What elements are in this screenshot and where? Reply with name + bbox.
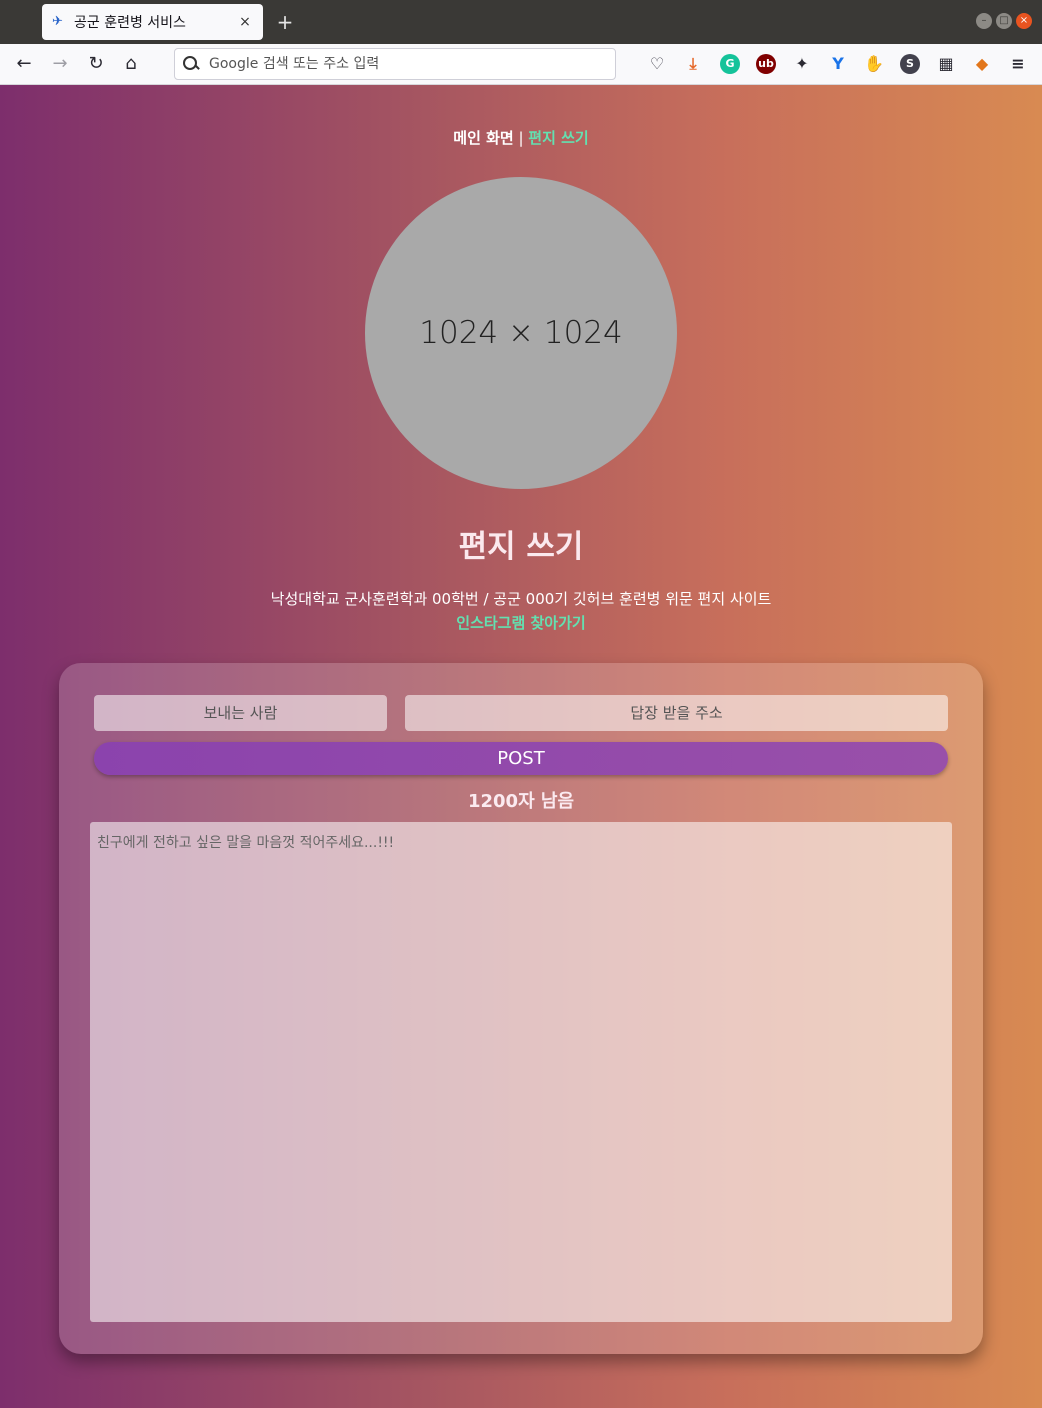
address-input[interactable] <box>209 56 609 72</box>
forward-button[interactable]: → <box>48 52 72 76</box>
gnome-icon[interactable]: ✋ <box>864 54 884 74</box>
minimize-icon[interactable]: – <box>976 13 992 29</box>
home-button[interactable]: ⌂ <box>119 52 143 76</box>
download-icon[interactable]: ⤓ <box>683 54 703 74</box>
browser-toolbar: ← → ↻ ⌂ ♡ ⤓ Gub ✦ Y ✋ S ▦ ◆ ≡ <box>0 44 1042 85</box>
pocket-icon[interactable]: ♡ <box>647 54 667 74</box>
maximize-icon[interactable]: □ <box>996 13 1012 29</box>
site-nav: 메인 화면 | 편지 쓰기 <box>0 127 1042 148</box>
grammarly-icon[interactable]: G <box>720 54 740 74</box>
nav-separator: | <box>513 129 529 147</box>
post-button[interactable]: POST <box>94 742 948 775</box>
apps-icon[interactable]: ▦ <box>936 54 956 74</box>
char-counter: 1200자 남음 <box>467 791 575 812</box>
browser-tab[interactable]: ✈ 공군 훈련병 서비스 × <box>42 4 263 40</box>
address-bar[interactable] <box>174 48 616 80</box>
page-title: 편지 쓰기 <box>458 529 584 565</box>
close-window-icon[interactable]: × <box>1016 13 1032 29</box>
y-icon[interactable]: Y <box>828 54 848 74</box>
instagram-link[interactable]: 인스타그램 찾아가기 <box>0 612 1042 633</box>
reply-address-input[interactable] <box>405 695 948 731</box>
search-icon <box>183 56 199 72</box>
ublock-icon[interactable]: ub <box>756 54 776 74</box>
letter-form-card: POST 1200자 남음 <box>59 663 983 1354</box>
tab-title: 공군 훈련병 서비스 <box>74 15 186 31</box>
new-tab-button[interactable]: + <box>274 10 296 34</box>
tab-close-icon[interactable]: × <box>237 14 253 30</box>
back-button[interactable]: ← <box>12 52 36 76</box>
reload-button[interactable]: ↻ <box>84 52 108 76</box>
window-controls: – □ × <box>976 13 1032 29</box>
nav-home-link[interactable]: 메인 화면 <box>453 129 513 147</box>
letter-textarea[interactable] <box>90 822 952 1322</box>
browser-tab-bar: ✈ 공군 훈련병 서비스 × + – □ × <box>0 0 1042 44</box>
metamask-icon[interactable]: ◆ <box>972 54 992 74</box>
airforce-favicon-icon: ✈ <box>52 14 63 29</box>
page-subtitle: 낙성대학교 군사훈련학과 00학번 / 공군 000기 깃허브 훈련병 위문 편… <box>270 590 772 608</box>
image-size-label: 1024 × 1024 <box>419 315 623 351</box>
menu-icon[interactable]: ≡ <box>1008 54 1028 74</box>
s-icon[interactable]: S <box>900 54 920 74</box>
profile-image-placeholder: 1024 × 1024 <box>365 177 677 489</box>
bee-icon[interactable]: ✦ <box>792 54 812 74</box>
sender-input[interactable] <box>94 695 387 731</box>
page-body: 메인 화면 | 편지 쓰기 1024 × 1024 편지 쓰기 낙성대학교 군사… <box>0 85 1042 1408</box>
nav-write-link[interactable]: 편지 쓰기 <box>528 129 588 147</box>
